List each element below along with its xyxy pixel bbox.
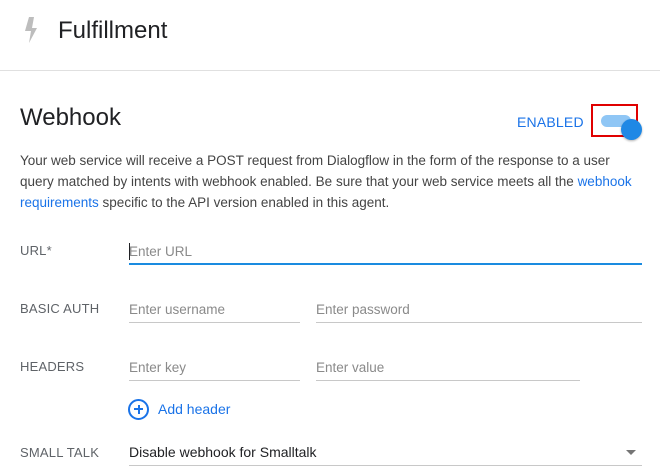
small-talk-selected-value: Disable webhook for Smalltalk <box>129 444 317 460</box>
webhook-toggle[interactable] <box>601 115 642 140</box>
small-talk-select[interactable]: Disable webhook for Smalltalk <box>129 438 642 466</box>
basic-auth-label: BASIC AUTH <box>20 301 100 316</box>
page-title: Fulfillment <box>58 17 168 44</box>
header-key-underline <box>129 380 300 381</box>
header-key-input[interactable] <box>129 356 300 378</box>
small-talk-underline <box>129 465 642 466</box>
webhook-toggle-highlight <box>591 104 642 140</box>
bolt-icon <box>25 17 37 43</box>
password-input[interactable] <box>316 298 642 320</box>
webhook-description: Your web service will receive a POST req… <box>20 150 645 213</box>
add-circle-icon <box>128 398 149 420</box>
small-talk-label: SMALL TALK <box>20 445 100 460</box>
url-input[interactable] <box>129 240 642 262</box>
password-underline <box>316 322 642 323</box>
add-header-label: Add header <box>158 401 231 417</box>
webhook-title: Webhook <box>20 104 121 131</box>
description-text-end: specific to the API version enabled in t… <box>98 195 390 210</box>
username-input[interactable] <box>129 298 300 320</box>
url-input-underline <box>129 263 642 265</box>
description-text-start: Your web service will receive a POST req… <box>20 153 610 189</box>
page-header: Fulfillment <box>0 0 660 71</box>
text-cursor <box>129 243 130 260</box>
dropdown-arrow-icon[interactable] <box>626 450 636 455</box>
toggle-thumb[interactable] <box>621 119 642 140</box>
header-value-input[interactable] <box>316 356 580 378</box>
username-underline <box>129 322 300 323</box>
add-header-button[interactable]: Add header <box>128 398 230 420</box>
webhook-status-label: ENABLED <box>517 114 584 130</box>
headers-label: HEADERS <box>20 359 85 374</box>
url-label: URL* <box>20 243 52 258</box>
header-value-underline <box>316 380 580 381</box>
